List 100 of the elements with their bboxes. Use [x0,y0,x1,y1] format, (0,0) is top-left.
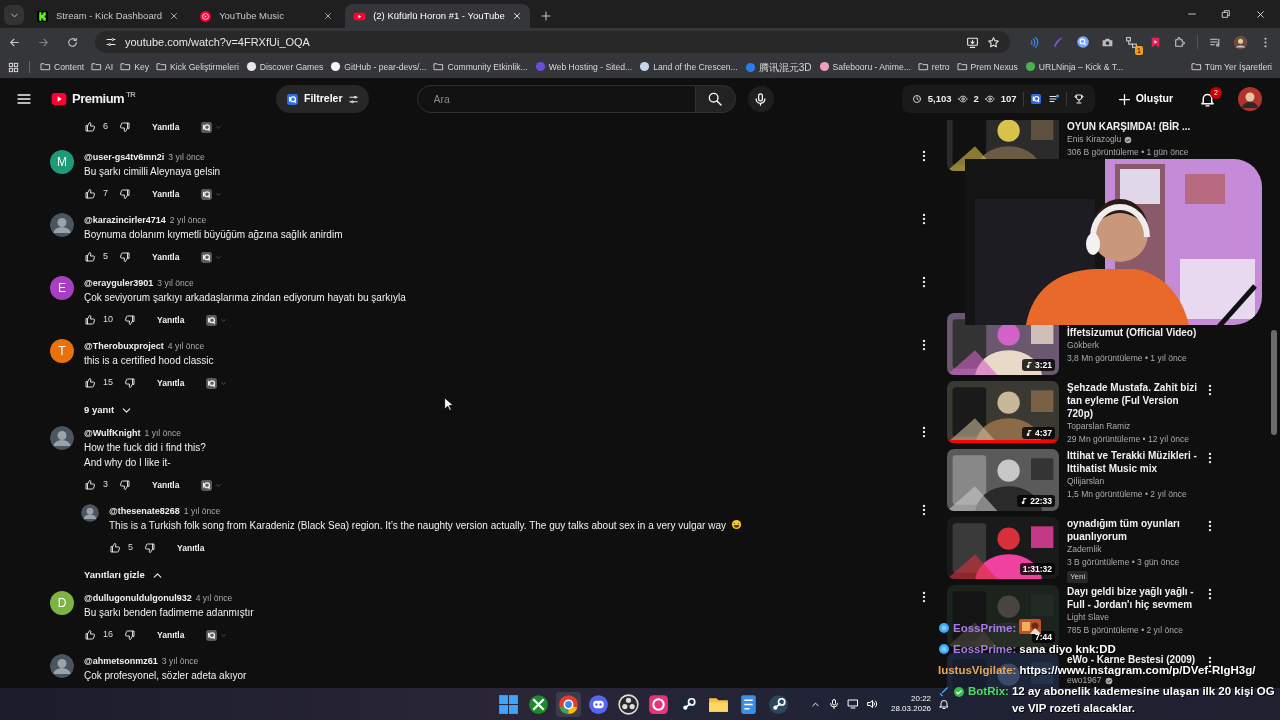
monitor-icon[interactable] [847,698,859,710]
comment-time[interactable]: 4 yıl önce [195,591,233,605]
bookmark[interactable]: Key [120,60,150,74]
video-title[interactable]: Dayı geldi bize yağlı yağlı - Full - Jordan'ı hiç sevmem [1067,585,1207,611]
channel-name[interactable]: Gökberk [1067,339,1100,352]
close-icon[interactable] [323,11,334,21]
channel-name[interactable]: Light Slave [1067,611,1110,624]
clock-time[interactable]: 20:22 [891,694,932,704]
extensions-icon[interactable] [1173,35,1186,49]
bookmark[interactable]: Content [40,60,85,74]
like-icon[interactable] [84,188,96,200]
reload-icon[interactable] [66,35,79,49]
browser-tab[interactable]: (2) Küfürlü Horon #1 - YouTube [345,4,530,28]
chat-username[interactable]: IustusVigilate: [938,664,1017,676]
scrollbar-thumb[interactable] [1271,330,1277,435]
video-title[interactable]: OYUN KARŞIMDA! (BİR ... [1067,120,1207,133]
reply-button[interactable]: Yanıtla [157,313,185,327]
reply-button[interactable]: Yanıtla [177,541,205,555]
video-title[interactable]: Ittihat ve Terakki Müzikleri - Ittihatist Music mix [1067,449,1207,475]
list-icon[interactable] [1047,93,1060,105]
like-icon[interactable] [84,251,96,263]
feather-icon[interactable] [1052,35,1065,49]
speaker-icon[interactable] [866,698,878,710]
search-field[interactable]: Ara [416,85,696,113]
close-icon[interactable] [1255,8,1266,20]
author-name[interactable]: @dullugonuldulgonul932 [84,591,192,605]
author-name[interactable]: @karazincirler4714 [84,213,166,227]
channel-name[interactable]: Enis Kirazoglu [1067,133,1122,146]
reply-button[interactable]: Yanıtla [152,250,180,264]
search-button[interactable] [695,85,736,113]
bookmark[interactable]: Tüm Yer İşaretleri [1190,60,1272,74]
comment-time[interactable]: 3 yıl önce [168,150,205,164]
dislike-icon[interactable] [119,251,131,263]
author-name[interactable]: @user-gs4tv6mn2i [84,150,165,164]
chrome-icon[interactable] [556,691,581,717]
dislike-icon[interactable] [124,629,136,641]
bookmark[interactable]: Kick Geliştirmeleri [156,60,239,74]
channel-name[interactable]: ewo1967 [1067,676,1102,685]
replies-toggle[interactable]: 9 yanıt [84,402,134,418]
network-icon[interactable] [1125,36,1138,50]
clock-date[interactable]: 28.03.2026 [891,704,932,714]
bookmark[interactable]: 腾讯混元3D [744,59,812,75]
reply-button[interactable]: Yanıtla [157,628,185,642]
filter-button[interactable]: Filtreler [276,85,369,113]
comment-time[interactable]: 1 yıl önce [144,426,181,440]
avatar[interactable]: E [50,276,74,300]
dislike-icon[interactable] [124,314,136,326]
like-icon[interactable] [84,377,96,389]
like-icon[interactable] [109,542,121,554]
like-icon[interactable] [84,121,96,133]
browser-tab[interactable]: YouTube Music [191,4,342,28]
avatar[interactable] [50,654,74,678]
author-name[interactable]: @Therobuxproject [84,339,164,353]
bookmark[interactable]: Prem Nexus [956,60,1018,74]
avatar[interactable] [81,504,99,522]
bookmark[interactable]: AI [91,60,114,74]
reply-button[interactable]: Yanıtla [152,478,180,492]
address-bar[interactable]: youtube.com/watch?v=4FRXfUi_OQA [95,31,1010,53]
close-icon[interactable] [511,11,522,21]
restore-icon[interactable] [1221,8,1231,19]
close-icon[interactable] [169,11,180,21]
dislike-icon[interactable] [119,188,131,200]
iq-icon[interactable] [205,313,219,327]
video-title[interactable]: oynadığım tüm oyunları puanlıyorum [1067,517,1207,543]
author-name[interactable]: @WulfKnight [84,426,141,440]
comment-time[interactable]: 3 yıl önce [157,276,194,290]
site-settings-icon[interactable] [105,36,117,48]
author-name[interactable]: @erayguler3901 [84,276,154,290]
video-title[interactable]: eWo - Karne Bestesi (2009) [1067,653,1207,666]
comment-time[interactable]: 1 yıl önce [183,504,221,518]
bookmark[interactable]: Web Hosting - Sited... [534,60,633,74]
bookmark[interactable]: Community Etkinlik... [433,60,528,74]
magnifier-icon[interactable] [1076,35,1090,49]
bookmark[interactable]: retro [917,60,950,74]
author-name[interactable]: @thesenate8268 [109,504,180,518]
reply-button[interactable]: Yanıtla [152,187,180,201]
author-name[interactable]: @ahmetsonmz61 [84,654,158,668]
dislike-icon[interactable] [124,377,136,389]
iq-icon[interactable] [200,250,214,264]
bookmark-icon[interactable] [1149,35,1162,49]
dislike-icon[interactable] [119,479,131,491]
like-icon[interactable] [84,629,96,641]
video-title[interactable]: Şehzade Mustafa. Zahit bizi tan eyleme (Ful Version 720p) [1067,381,1207,420]
bookmark[interactable]: Discover Games [245,60,324,74]
profile-icon[interactable] [1233,34,1248,50]
dislike-icon[interactable] [144,542,156,554]
comment-time[interactable]: 4 yıl önce [167,339,205,353]
replies-toggle[interactable]: Yanıtları gizle [84,567,164,583]
iq-icon[interactable] [200,478,214,492]
avatar[interactable] [50,213,74,237]
menu-icon[interactable] [16,91,32,107]
comment-time[interactable]: 2 yıl önce [169,213,207,227]
chat-username[interactable]: EossPrime: [953,643,1017,655]
channel-name[interactable]: Zademlik [1067,543,1102,556]
comment-time[interactable]: 3 yıl önce [161,654,199,668]
trophy-icon[interactable] [1072,93,1085,105]
create-button[interactable]: Oluştur [1110,90,1179,108]
avatar[interactable] [1238,87,1262,111]
tab-search-button[interactable] [4,5,24,25]
star-icon[interactable] [987,35,1000,49]
